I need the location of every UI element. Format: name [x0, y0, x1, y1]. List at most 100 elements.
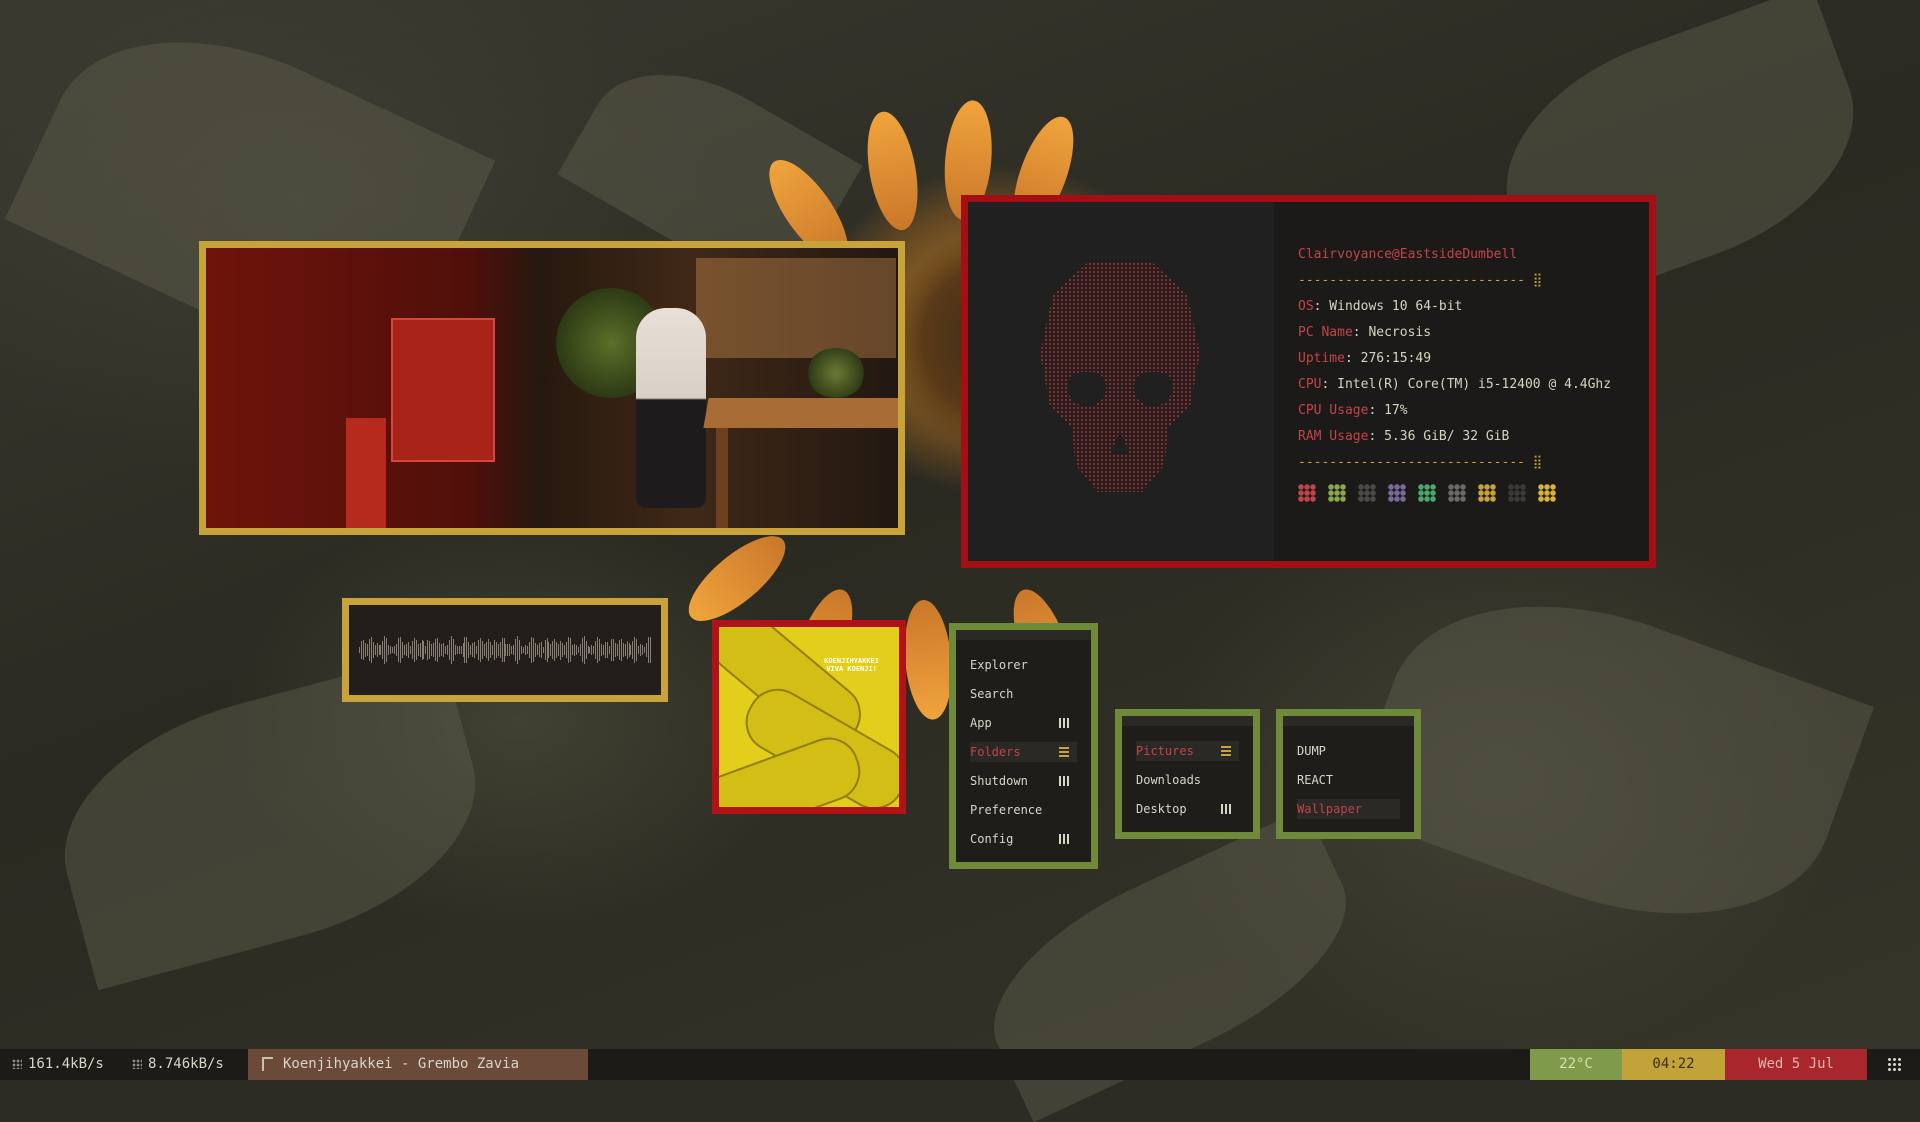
visualizer-bar — [376, 642, 378, 658]
color-block — [1328, 484, 1346, 502]
visualizer-bar — [480, 637, 482, 663]
visualizer-bar — [435, 638, 437, 662]
visualizer-bar — [616, 643, 618, 657]
menu-item-explorer[interactable]: Explorer — [970, 655, 1077, 675]
submenu-icon — [1221, 804, 1231, 814]
menu-item-desktop[interactable]: Desktop — [1136, 799, 1239, 819]
visualizer-bar — [525, 645, 526, 655]
visualizer-bar — [534, 643, 536, 657]
visualizer-bar — [364, 643, 366, 657]
visualizer-bar — [558, 644, 560, 656]
menu-item-shutdown[interactable]: Shutdown — [970, 771, 1077, 791]
audio-visualizer — [342, 598, 668, 702]
visualizer-bar — [507, 644, 509, 656]
visualizer-bar — [562, 642, 564, 658]
skull-eye — [1134, 372, 1172, 406]
sysinfo-value: : Necrosis — [1352, 325, 1432, 340]
sysinfo-value: : 17% — [1368, 403, 1408, 418]
visualizer-bar — [603, 644, 605, 656]
menu-item-preference[interactable]: Preference — [970, 800, 1077, 820]
visualizer-bar — [581, 638, 583, 662]
menu-item-react[interactable]: REACT — [1297, 770, 1400, 790]
date: Wed 5 Jul — [1725, 1049, 1867, 1080]
visualizer-bar — [554, 638, 556, 662]
corner-menu[interactable] — [1867, 1049, 1920, 1080]
visualizer-bar — [575, 644, 577, 656]
color-block — [1508, 484, 1526, 502]
menu-item-app[interactable]: App — [970, 713, 1077, 733]
menu-item-label: Explorer — [970, 658, 1028, 672]
visualizer-bar — [595, 641, 597, 659]
menu-item-label: Pictures — [1136, 744, 1194, 758]
visualizer-bar — [472, 643, 474, 657]
visualizer-bar — [415, 640, 417, 660]
visualizer-bar — [513, 644, 515, 656]
visualizer-bar — [503, 637, 505, 663]
visualizer-bar — [636, 638, 638, 662]
visualizer-bar — [519, 639, 521, 660]
visualizer-bar — [489, 641, 491, 659]
visualizer-bar — [501, 637, 503, 663]
submenu-icon — [1059, 776, 1069, 786]
visualizer-bar — [458, 645, 460, 655]
clock: 04:22 — [1622, 1049, 1725, 1080]
sysinfo-value: : Windows 10 64-bit — [1313, 299, 1463, 314]
visualizer-bar — [579, 643, 581, 657]
menu-item-label: Desktop — [1136, 802, 1187, 816]
visualizer-bar — [614, 642, 616, 658]
now-playing[interactable]: Koenjihyakkei - Grembo Zavia — [248, 1049, 588, 1080]
sysinfo-row-cpu: CPU: Intel(R) Core(TM) i5-12400 @ 4.4Ghz — [1298, 372, 1649, 398]
album-title-text: VIVA KOENJI! — [826, 665, 877, 673]
visualizer-bar — [374, 644, 376, 656]
sysinfo-key: OS — [1298, 299, 1314, 314]
album-artist-text: KOENJIHYAKKEI — [824, 657, 879, 665]
visualizer-bar — [550, 644, 552, 656]
visualizer-bar — [564, 644, 566, 656]
visualizer-bar — [476, 646, 478, 654]
visualizer-bar — [542, 646, 544, 654]
sysinfo-row-ram-usage: RAM Usage: 5.36 GiB/ 32 GiB — [1298, 424, 1649, 450]
menu-item-config[interactable]: Config — [970, 829, 1077, 849]
color-block — [1448, 484, 1466, 502]
menu-item-search[interactable]: Search — [970, 684, 1077, 704]
photo-table — [703, 398, 898, 428]
visualizer-bar — [556, 642, 558, 658]
visualizer-bar — [589, 646, 591, 654]
visualizer-bar — [386, 638, 388, 662]
visualizer-bar — [597, 636, 599, 664]
visualizer-bar — [630, 644, 632, 656]
visualizer-bar — [425, 646, 427, 654]
visualizer-bar — [468, 642, 470, 658]
separator: ----------------------------- ⣿ — [1298, 273, 1543, 288]
skull-nose — [1110, 432, 1130, 454]
visualizer-bar — [605, 641, 607, 659]
skull-art-panel — [968, 202, 1274, 561]
visualizer-bar — [362, 640, 364, 660]
visualizer-bar — [448, 639, 450, 661]
menu-item-dump[interactable]: DUMP — [1297, 741, 1400, 761]
color-block — [1418, 484, 1436, 502]
main-menu: Explorer Search App Folders Shutdown Pre… — [949, 623, 1098, 869]
sysinfo-value: : 276:15:49 — [1344, 351, 1432, 366]
menu-item-label: DUMP — [1297, 744, 1326, 758]
visualizer-bar — [487, 639, 489, 661]
menu-item-pictures[interactable]: Pictures — [1136, 741, 1239, 761]
album-art: KOENJIHYAKKEI VIVA KOENJI! — [712, 620, 906, 814]
visualizer-bar — [610, 639, 612, 661]
visualizer-bar — [390, 645, 392, 655]
visualizer-bar — [478, 640, 480, 660]
visualizer-bar — [382, 640, 384, 660]
visualizer-bar — [431, 644, 433, 656]
visualizer-bar — [569, 638, 571, 662]
visualizer-bar — [566, 641, 567, 659]
menu-item-wallpaper[interactable]: Wallpaper — [1297, 799, 1400, 819]
folders-menu: Pictures Downloads Desktop — [1115, 709, 1260, 839]
menu-item-folders[interactable]: Folders — [970, 742, 1077, 762]
visualizer-bar — [484, 644, 485, 656]
menu-item-downloads[interactable]: Downloads — [1136, 770, 1239, 790]
visualizer-bar — [400, 636, 401, 664]
visualizer-bar — [609, 645, 610, 655]
sysinfo-row-uptime: Uptime: 276:15:49 — [1298, 346, 1649, 372]
visualizer-bar — [622, 643, 624, 657]
visualizer-bar — [491, 645, 493, 655]
